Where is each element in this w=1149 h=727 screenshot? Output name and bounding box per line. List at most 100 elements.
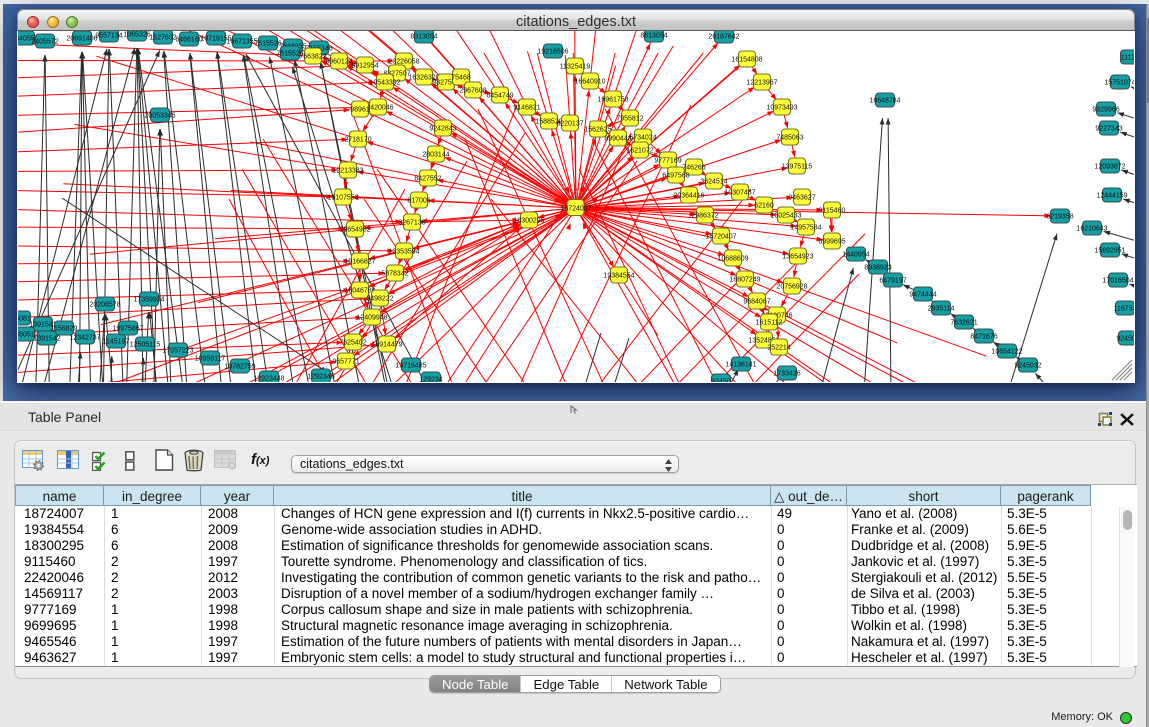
svg-text:20208578: 20208578 [89,302,120,309]
svg-text:19166827: 19166827 [344,259,375,266]
svg-text:2986372: 2986372 [691,213,718,220]
svg-text:12093872: 12093872 [1094,164,1125,171]
svg-text:26187642: 26187642 [708,34,739,41]
svg-text:18807249: 18807249 [729,277,760,284]
svg-text:9245032: 9245032 [1014,363,1041,370]
svg-text:16210643: 16210643 [1076,226,1107,233]
svg-text:16671355: 16671355 [226,39,257,46]
svg-text:19218506: 19218506 [537,49,568,56]
svg-text:14136141: 14136141 [725,362,756,369]
svg-text:10543392: 10543392 [369,80,400,87]
svg-text:1065326: 1065326 [123,32,150,39]
svg-text:6479197: 6479197 [879,278,906,285]
svg-text:6734024: 6734024 [629,135,656,142]
svg-text:16648784: 16648784 [869,98,900,105]
svg-text:1527602: 1527602 [149,35,176,42]
svg-text:8454749: 8454749 [486,93,513,100]
svg-text:16154808: 16154808 [731,57,762,64]
svg-text:17359934: 17359934 [133,297,164,304]
svg-text:10973493: 10973493 [766,105,797,112]
svg-text:6999695: 6999695 [818,239,845,246]
svg-text:817006: 817006 [407,198,430,205]
svg-text:10782759: 10782759 [224,364,255,371]
svg-text:17957223: 17957223 [162,348,193,355]
svg-text:20053346: 20053346 [144,113,175,120]
svg-text:9329966: 9329966 [1092,107,1119,114]
svg-text:19384554: 19384554 [603,273,634,280]
svg-text:2718170: 2718170 [344,137,371,144]
svg-text:12213383: 12213383 [332,168,363,175]
svg-text:15751074: 15751074 [1104,80,1134,87]
svg-text:5878342: 5878342 [381,271,408,278]
svg-text:8990443: 8990443 [604,136,631,143]
svg-text:8813054: 8813054 [640,33,667,40]
svg-text:1615112: 1615112 [756,320,783,327]
svg-text:7485063: 7485063 [776,135,803,142]
svg-text:1621072: 1621072 [626,148,653,155]
svg-text:15720407: 15720407 [705,234,736,241]
svg-text:12213967: 12213967 [746,80,777,87]
svg-text:7515526: 7515526 [254,41,281,48]
svg-text:3267130: 3267130 [398,220,425,227]
svg-text:9777169: 9777169 [654,158,681,165]
svg-text:2803144: 2803144 [422,152,449,159]
svg-text:12923448: 12923448 [253,376,284,383]
svg-text:11325419: 11325419 [560,64,591,71]
svg-text:8427552: 8427552 [414,176,441,183]
svg-text:2935114: 2935114 [928,306,955,313]
svg-text:1292345: 1292345 [307,374,334,381]
svg-text:1145197: 1145197 [103,339,130,346]
svg-text:3624514: 3624514 [700,179,727,186]
svg-text:12409948: 12409948 [356,315,387,322]
svg-text:12505115: 12505115 [130,342,161,349]
svg-text:7625402: 7625402 [339,340,366,347]
svg-text:17016504: 17016504 [1102,278,1133,285]
svg-text:10307487: 10307487 [724,190,755,197]
svg-text:6497568: 6497568 [662,173,689,180]
svg-text:75468: 75468 [451,75,471,82]
svg-text:12444159: 12444159 [1096,193,1127,200]
svg-text:14957584: 14957584 [790,225,821,232]
svg-text:7663822: 7663822 [299,54,326,61]
svg-text:6466160: 6466160 [175,37,202,44]
svg-text:252214: 252214 [767,345,790,352]
svg-text:10688609: 10688609 [717,256,748,263]
svg-text:8938923: 8938923 [864,265,891,272]
svg-text:1391542: 1391542 [33,336,60,343]
svg-text:20756928: 20756928 [776,284,807,291]
svg-text:924502: 924502 [1116,336,1134,343]
svg-text:1562625: 1562625 [584,127,611,134]
svg-text:9242843: 9242843 [429,126,456,133]
svg-text:1440954: 1440954 [842,252,869,259]
svg-text:9463627: 9463627 [788,195,815,202]
svg-text:10025433: 10025433 [770,213,801,220]
svg-text:9146821: 9146821 [513,105,540,112]
svg-text:11123: 11123 [1121,55,1134,62]
svg-text:9657771: 9657771 [332,359,359,366]
svg-text:7632621: 7632621 [950,320,977,327]
svg-text:9557134: 9557134 [95,33,122,40]
svg-text:20364416: 20364416 [673,193,704,200]
svg-text:10958117: 10958117 [195,356,226,363]
svg-text:129234: 129234 [419,377,442,383]
svg-text:10654122: 10654122 [991,349,1022,356]
svg-text:9684067: 9684067 [743,299,770,306]
svg-text:19975867: 19975867 [112,326,143,333]
svg-text:19654982: 19654982 [339,227,370,234]
svg-text:8912954: 8912954 [351,63,378,70]
svg-text:9474444: 9474444 [909,292,936,299]
svg-text:98961: 98961 [350,107,370,114]
svg-text:8471676: 8471676 [970,334,997,341]
svg-text:7955812: 7955812 [616,116,643,123]
svg-text:116753: 116753 [1114,306,1134,313]
svg-text:18300295: 18300295 [513,218,544,225]
svg-text:8219358: 8219358 [1046,214,1073,221]
svg-text:8313054: 8313054 [410,34,437,41]
svg-text:13353594: 13353594 [388,249,419,256]
svg-text:3498222: 3498222 [366,296,393,303]
svg-text:16961758: 16961758 [597,97,628,104]
svg-text:92450: 92450 [711,379,731,383]
svg-text:8960124: 8960124 [325,59,352,66]
svg-text:2405572: 2405572 [31,39,58,46]
svg-text:23226058: 23226058 [388,59,419,66]
